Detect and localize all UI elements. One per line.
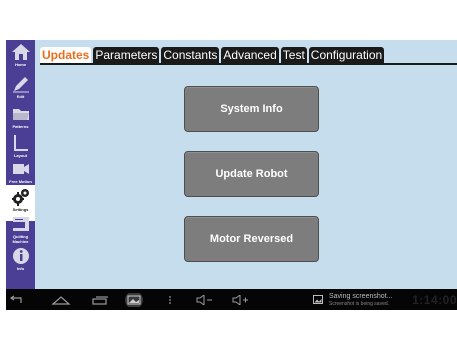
sidebar-item-label: Edit [16, 94, 25, 99]
volume-up-icon [232, 294, 248, 305]
recent-apps-icon [92, 295, 108, 305]
app-window: Home Edit Patterns Layout Free Motion Se… [6, 40, 457, 289]
sidebar-item-label: Quilting Machine [12, 234, 29, 244]
system-info-button[interactable]: System Info [184, 86, 319, 132]
screenshot-icon [125, 292, 143, 307]
sidebar-item-label: Free Motion [9, 179, 32, 184]
screen: Home Edit Patterns Layout Free Motion Se… [0, 0, 457, 342]
screenshot-button[interactable] [122, 291, 146, 308]
tab-configuration[interactable]: Configuration [308, 47, 385, 63]
sidebar-item-label: Patterns [12, 124, 29, 129]
sidebar-item-info[interactable]: Info [6, 244, 35, 280]
layout-icon [13, 135, 28, 151]
notification-subtitle: Screenshot is being saved. [329, 300, 390, 307]
volume-up-button[interactable] [230, 291, 250, 308]
tab-updates[interactable]: Updates [40, 47, 92, 63]
sidebar-item-label: Info [16, 266, 25, 271]
tab-constants[interactable]: Constants [161, 47, 220, 63]
update-robot-button[interactable]: Update Robot [184, 151, 319, 197]
info-icon [12, 248, 29, 264]
home-icon [11, 44, 30, 60]
tab-advanced[interactable]: Advanced [221, 47, 279, 63]
sewing-machine-icon [12, 217, 29, 231]
sidebar-item-quilting-machine[interactable]: Quilting Machine [6, 212, 35, 248]
tab-bar: Updates Parameters Constants Advanced Te… [40, 47, 385, 63]
notification-title: Saving screenshot... [329, 292, 393, 300]
image-icon [313, 295, 323, 304]
volume-down-icon [196, 294, 212, 305]
camera-icon [12, 164, 29, 174]
tab-parameters[interactable]: Parameters [93, 47, 160, 63]
sidebar-item-home[interactable]: Home [6, 40, 35, 76]
gears-icon [11, 189, 29, 206]
tab-test[interactable]: Test [280, 47, 307, 63]
volume-down-button[interactable] [194, 291, 214, 308]
sidebar: Home Edit Patterns Layout Free Motion Se… [6, 40, 35, 289]
vertical-dots-icon [169, 295, 171, 304]
tab-underline [40, 63, 457, 65]
status-clock: 1:14:00 [412, 293, 457, 307]
folder-icon [12, 109, 29, 120]
home-outline-icon [51, 295, 71, 305]
menu-button[interactable] [166, 291, 174, 308]
sidebar-item-label: Home [14, 62, 27, 67]
android-navigation-bar: Saving screenshot... Screenshot is being… [6, 289, 457, 310]
home-button[interactable] [50, 291, 72, 308]
screenshot-notification[interactable]: Saving screenshot... Screenshot is being… [313, 289, 392, 310]
back-button[interactable] [8, 291, 24, 308]
recent-apps-button[interactable] [90, 291, 110, 308]
motor-reversed-button[interactable]: Motor Reversed [184, 216, 319, 262]
back-icon [9, 295, 22, 303]
pencil-icon [12, 77, 29, 93]
